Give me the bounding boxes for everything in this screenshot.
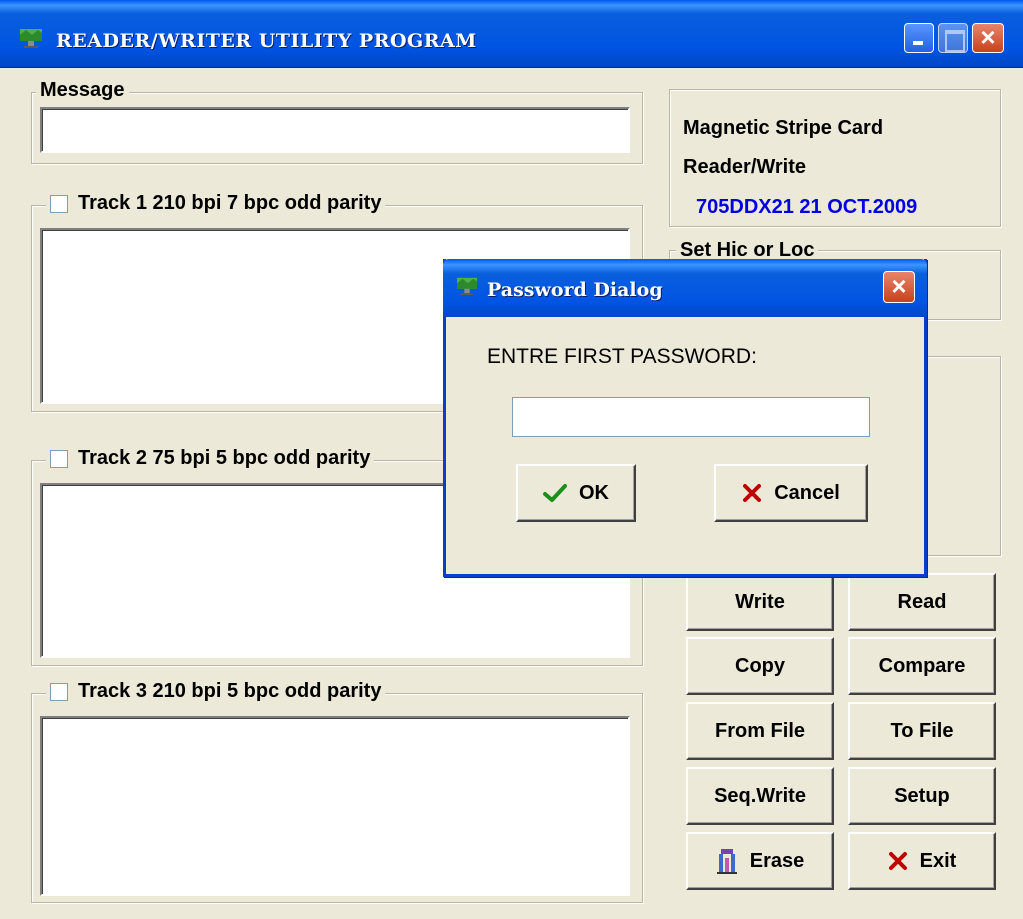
to-file-button-label: To File (890, 719, 954, 742)
compare-button-label: Compare (878, 654, 966, 677)
exit-button[interactable]: Exit (848, 832, 996, 890)
password-prompt: ENTRE FIRST PASSWORD: (487, 345, 757, 368)
seq-write-button-label: Seq.Write (714, 784, 806, 807)
write-button[interactable]: Write (686, 573, 834, 631)
read-button-label: Read (897, 590, 947, 613)
checkmark-icon (543, 484, 567, 502)
message-label: Message (36, 79, 129, 102)
message-group: Message (31, 79, 643, 164)
track1-checkbox-label[interactable]: Track 1 210 bpi 7 bpc odd parity (46, 192, 386, 215)
info-line2: Reader/Write (683, 156, 807, 178)
read-button[interactable]: Read (848, 573, 996, 631)
minimize-icon[interactable] (904, 23, 934, 53)
track2-checkbox-label[interactable]: Track 2 75 bpi 5 bpc odd parity (46, 447, 375, 470)
x-icon (743, 484, 762, 502)
from-file-button[interactable]: From File (686, 702, 834, 760)
title-bar[interactable]: READER/WRITER UTILITY PROGRAM × (0, 0, 1023, 68)
info-line1: Magnetic Stripe Card (683, 117, 884, 139)
dialog-app-icon (457, 277, 477, 296)
erase-button-label: Erase (749, 849, 805, 872)
erase-icon (716, 849, 737, 874)
ok-button-label: OK (579, 481, 609, 504)
track3-checkbox-label[interactable]: Track 3 210 bpi 5 bpc odd parity (46, 680, 386, 703)
close-icon[interactable]: × (972, 22, 1004, 53)
track3-checkbox[interactable] (50, 682, 68, 701)
track3-label: Track 3 210 bpi 5 bpc odd parity (78, 680, 382, 702)
track1-checkbox[interactable] (50, 194, 68, 213)
to-file-button[interactable]: To File (848, 702, 996, 760)
info-panel: Magnetic Stripe Card Reader/Write 705DDX… (669, 89, 1001, 227)
write-button-label: Write (735, 590, 785, 613)
main-window: READER/WRITER UTILITY PROGRAM × Message … (0, 0, 1023, 919)
ok-button[interactable]: OK (516, 464, 636, 522)
dialog-close-icon[interactable]: × (883, 271, 915, 303)
cancel-button-label: Cancel (774, 481, 840, 504)
dialog-title: Password Dialog (487, 279, 663, 301)
setup-button[interactable]: Setup (848, 767, 996, 825)
exit-button-label: Exit (919, 849, 957, 872)
from-file-button-label: From File (714, 719, 805, 742)
seq-write-button[interactable]: Seq.Write (686, 767, 834, 825)
app-icon (20, 29, 42, 48)
maximize-icon (938, 23, 968, 53)
dialog-title-bar[interactable]: Password Dialog × (443, 259, 927, 317)
track3-group: Track 3 210 bpi 5 bpc odd parity (31, 680, 643, 903)
cancel-button[interactable]: Cancel (714, 464, 868, 522)
password-dialog: Password Dialog × ENTRE FIRST PASSWORD: … (443, 259, 927, 577)
copy-button[interactable]: Copy (686, 637, 834, 695)
message-field[interactable] (40, 107, 630, 153)
password-input[interactable] (512, 397, 870, 437)
version-text: 705DDX21 21 OCT.2009 (696, 196, 918, 218)
setup-button-label: Setup (894, 784, 950, 807)
x-icon (888, 852, 907, 870)
erase-button[interactable]: Erase (686, 832, 834, 890)
compare-button[interactable]: Compare (848, 637, 996, 695)
track3-field[interactable] (40, 716, 630, 896)
track1-label: Track 1 210 bpi 7 bpc odd parity (78, 192, 382, 214)
track2-label: Track 2 75 bpi 5 bpc odd parity (78, 447, 371, 469)
window-title: READER/WRITER UTILITY PROGRAM (56, 30, 477, 52)
copy-button-label: Copy (735, 654, 785, 677)
track2-checkbox[interactable] (50, 449, 68, 468)
